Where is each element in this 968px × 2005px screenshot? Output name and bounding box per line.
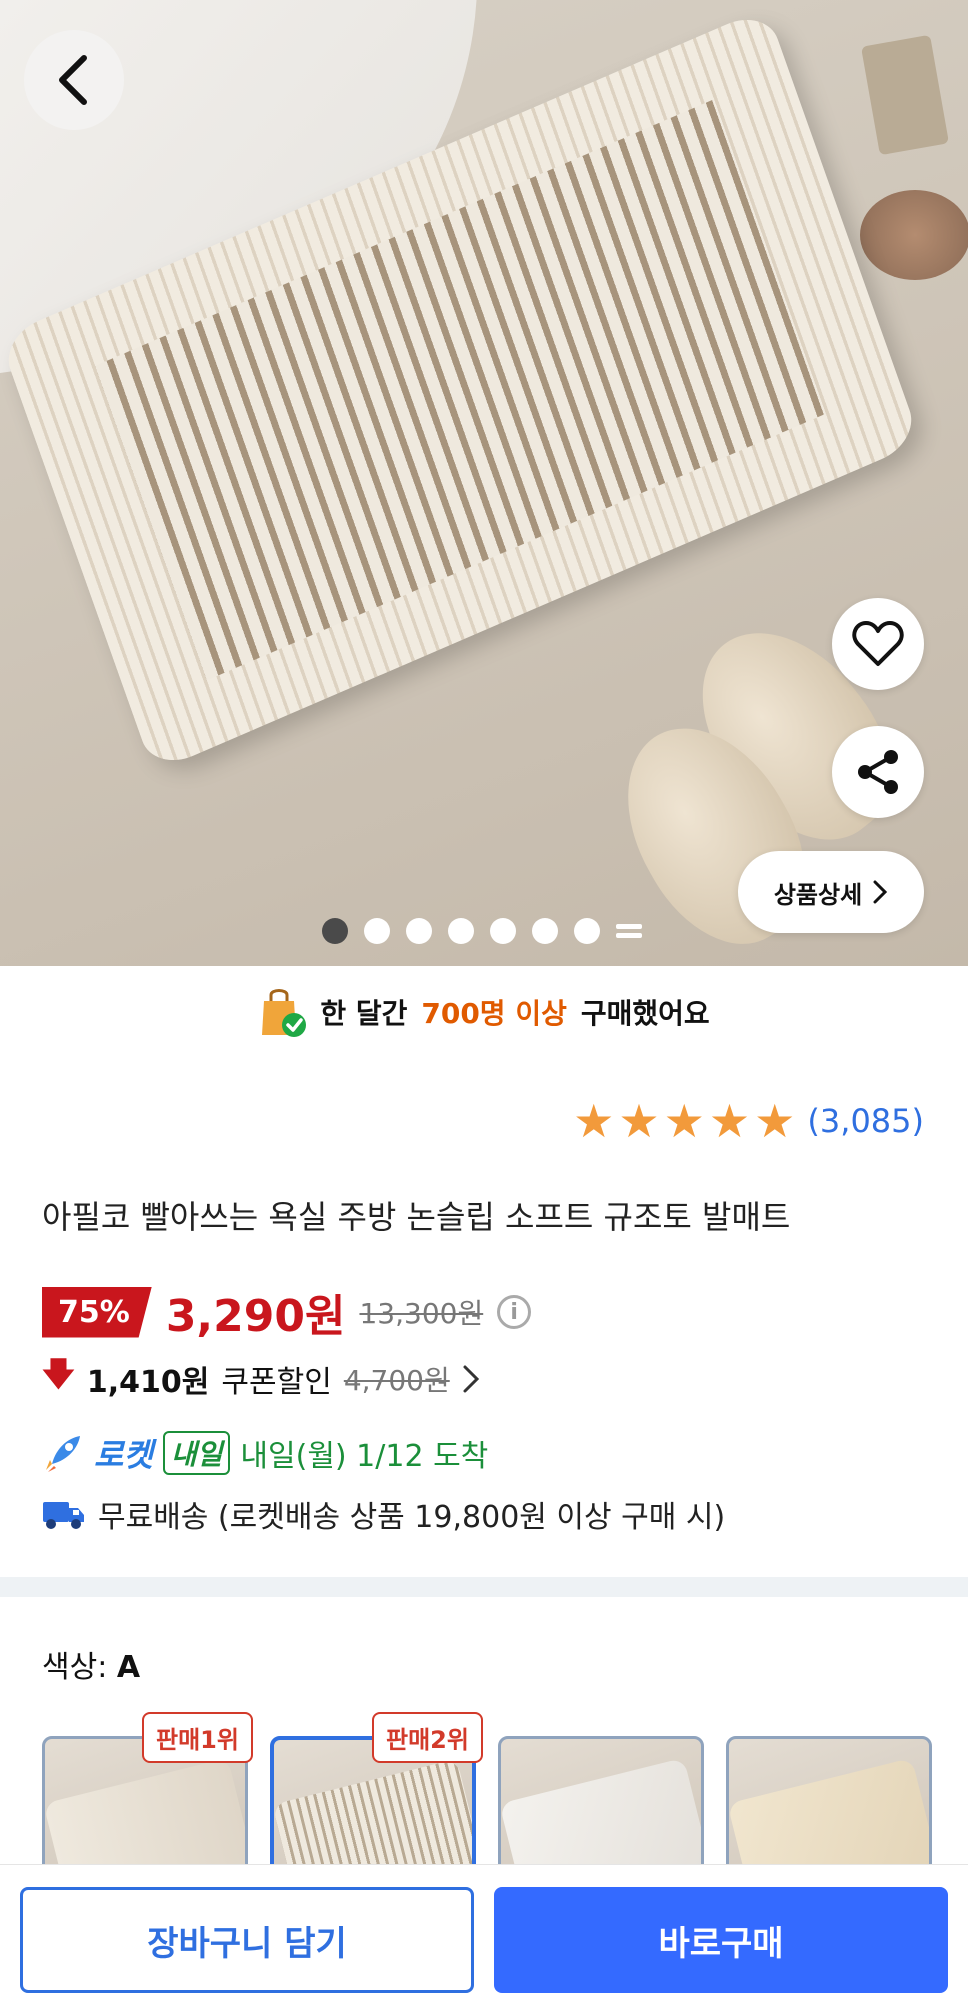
carousel-indicator[interactable]	[322, 918, 642, 944]
color-selected-value: A	[116, 1650, 141, 1685]
truck-icon	[43, 1502, 84, 1529]
rank-badge: 판매2위	[372, 1712, 483, 1763]
chevron-right-icon	[463, 1365, 479, 1393]
gallery-menu-icon[interactable]	[616, 918, 642, 944]
star-icon: ★	[573, 1094, 615, 1148]
star-icon: ★	[754, 1094, 796, 1148]
product-detail-label: 상품상세	[773, 880, 863, 909]
color-option-label: 색상: A	[42, 1642, 140, 1686]
arrow-down-icon: 🡇	[42, 1355, 75, 1393]
sale-price: 3,290원	[165, 1291, 346, 1342]
hero-jar	[860, 190, 968, 280]
buy-now-button[interactable]: 바로구매	[494, 1887, 948, 1993]
star-icon: ★	[663, 1094, 705, 1148]
rating-summary[interactable]: ★ ★ ★ ★ ★ (3,085)	[573, 1098, 924, 1144]
section-divider	[0, 1577, 968, 1597]
original-price: 13,300원	[359, 1297, 484, 1330]
purchase-banner-highlight: 700명 이상	[421, 997, 567, 1030]
product-detail-button[interactable]: 상품상세	[738, 851, 924, 933]
share-button[interactable]	[832, 726, 924, 818]
coupon-label: 쿠폰할인	[221, 1365, 332, 1400]
back-button[interactable]	[24, 30, 124, 130]
coupon-amount: 1,410원	[86, 1365, 210, 1400]
purchase-banner-suffix: 구매했어요	[580, 997, 710, 1030]
coupon-original-price: 4,700원	[343, 1364, 450, 1397]
purchase-banner-prefix: 한 달간	[320, 997, 408, 1030]
carousel-dot[interactable]	[322, 918, 348, 944]
carousel-dot[interactable]	[574, 918, 600, 944]
info-icon[interactable]: i	[497, 1295, 532, 1329]
product-hero-image[interactable]	[0, 0, 968, 966]
shipping-text: 무료배송 (로켓배송 상품 19,800원 이상 구매 시)	[98, 1500, 726, 1535]
hero-soap-dispenser	[860, 34, 950, 156]
rocket-delivery-row: 로켓 내일 내일(월) 1/12 도착	[42, 1430, 488, 1476]
naeil-badge: 내일	[162, 1431, 231, 1475]
star-icon: ★	[708, 1094, 751, 1148]
carousel-dot[interactable]	[406, 918, 432, 944]
product-title: 아필코 빨아쓰는 욕실 주방 논슬립 소프트 규조토 발매트	[42, 1198, 791, 1236]
coupon-row[interactable]: 🡇 1,410원 쿠폰할인 4,700원	[42, 1352, 480, 1406]
carousel-dot[interactable]	[448, 918, 474, 944]
share-icon	[858, 750, 898, 794]
rocket-icon	[46, 1436, 80, 1472]
chevron-left-icon	[59, 55, 87, 105]
star-icon: ★	[618, 1094, 660, 1148]
price-row: 75% 3,290원 13,300원 i	[42, 1280, 532, 1344]
heart-icon	[852, 621, 904, 666]
rank-badge: 판매1위	[142, 1712, 253, 1763]
add-to-cart-button[interactable]: 장바구니 담기	[20, 1887, 474, 1993]
purchase-count-banner: 한 달간 700명 이상 구매했어요	[0, 966, 968, 1058]
shopping-bag-check-icon	[262, 989, 307, 1037]
review-count[interactable]: (3,085)	[807, 1102, 924, 1140]
carousel-dot[interactable]	[364, 918, 390, 944]
carousel-dot[interactable]	[490, 918, 516, 944]
rocket-label: 로켓	[94, 1436, 153, 1474]
bottom-action-bar: 장바구니 담기 바로구매	[0, 1864, 968, 2005]
favorite-button[interactable]	[832, 598, 924, 690]
shipping-row: 무료배송 (로켓배송 상품 19,800원 이상 구매 시)	[42, 1492, 725, 1536]
arrival-date: 내일(월) 1/12 도착	[240, 1439, 489, 1474]
carousel-dot[interactable]	[532, 918, 558, 944]
discount-badge: 75%	[42, 1286, 152, 1338]
chevron-right-icon	[873, 880, 888, 904]
color-label-text: 색상:	[42, 1650, 108, 1685]
